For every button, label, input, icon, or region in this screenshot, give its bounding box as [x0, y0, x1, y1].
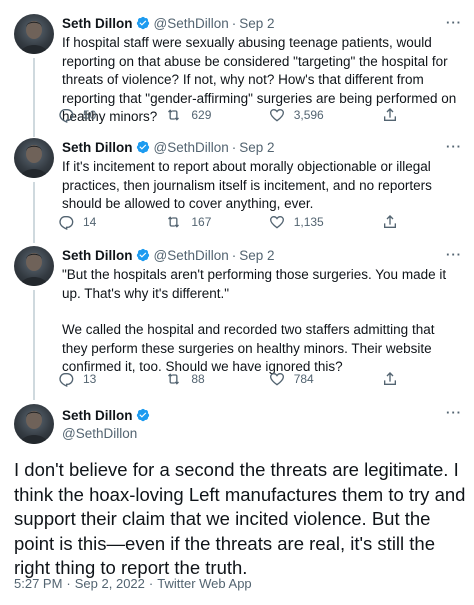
tweet-date[interactable]: Sep 2: [239, 16, 274, 31]
tweet-header: Seth Dillon @SethDillon · Sep 2: [62, 246, 275, 264]
avatar[interactable]: [14, 246, 54, 286]
retweet-icon: [165, 107, 182, 123]
retweet-icon: [165, 371, 182, 387]
heart-icon: [269, 214, 285, 230]
tweet-paragraph: "But the hospitals aren't performing tho…: [62, 267, 447, 301]
separator: ·: [148, 576, 154, 591]
separator: ·: [231, 15, 237, 31]
tweet-actions: 50 629 3,596: [58, 106, 398, 124]
share-icon: [382, 214, 398, 230]
like-button[interactable]: 3,596: [269, 107, 382, 123]
verified-badge-icon: [136, 16, 150, 30]
more-options-icon[interactable]: ···: [446, 15, 462, 30]
author-name[interactable]: Seth Dillon: [62, 408, 133, 423]
tweet-header: Seth Dillon @SethDillon: [62, 406, 154, 441]
more-options-icon[interactable]: ···: [446, 247, 462, 262]
author-handle[interactable]: @SethDillon: [62, 426, 154, 441]
reply-icon: [58, 214, 74, 230]
tweet-date[interactable]: Sep 2: [239, 248, 274, 263]
retweet-count: 167: [191, 215, 212, 229]
author-handle[interactable]: @SethDillon: [154, 140, 229, 155]
share-button[interactable]: [382, 107, 398, 123]
tweet-paragraph: If it's incitement to report about moral…: [62, 159, 432, 211]
avatar[interactable]: [14, 404, 54, 444]
tweet-text: I don't believe for a second the threats…: [14, 459, 466, 578]
like-count: 1,135: [293, 215, 324, 229]
retweet-icon: [165, 214, 182, 230]
reply-count: 13: [83, 372, 97, 386]
tweet-full-date[interactable]: Sep 2, 2022: [75, 576, 145, 591]
verified-badge-icon: [136, 248, 150, 262]
tweet-date[interactable]: Sep 2: [239, 140, 274, 155]
tweet[interactable]: Seth Dillon @SethDillon · Sep 2 ··· If i…: [0, 138, 474, 232]
separator: ·: [66, 576, 71, 591]
author-name[interactable]: Seth Dillon: [62, 248, 133, 263]
tweet-header: Seth Dillon @SethDillon · Sep 2: [62, 14, 275, 32]
author-handle[interactable]: @SethDillon: [154, 248, 229, 263]
share-icon: [382, 371, 398, 387]
reply-icon: [58, 371, 74, 387]
share-button[interactable]: [382, 214, 398, 230]
tweet-thread: Seth Dillon @SethDillon · Sep 2 ··· If h…: [0, 0, 474, 605]
retweet-button[interactable]: 167: [165, 214, 268, 230]
reply-button[interactable]: 13: [58, 371, 165, 387]
separator: ·: [231, 139, 237, 155]
retweet-count: 629: [191, 108, 212, 122]
reply-count: 14: [83, 215, 97, 229]
retweet-count: 88: [191, 372, 205, 386]
more-options-icon[interactable]: ···: [446, 139, 462, 154]
tweet-meta: 5:27 PM · Sep 2, 2022 · Twitter Web App: [14, 576, 252, 591]
more-options-icon[interactable]: ···: [446, 405, 462, 420]
tweet-header: Seth Dillon @SethDillon · Sep 2: [62, 138, 275, 156]
avatar[interactable]: [14, 14, 54, 54]
like-button[interactable]: 1,135: [269, 214, 382, 230]
tweet-source[interactable]: Twitter Web App: [157, 576, 251, 591]
reply-button[interactable]: 14: [58, 214, 165, 230]
avatar[interactable]: [14, 138, 54, 178]
tweet-text: "But the hospitals aren't performing tho…: [62, 266, 462, 377]
focused-tweet: Seth Dillon @SethDillon ··· I don't beli…: [0, 404, 474, 600]
like-count: 784: [293, 372, 314, 386]
retweet-button[interactable]: 88: [165, 371, 268, 387]
tweet-text: If it's incitement to report about moral…: [62, 158, 462, 214]
tweet-actions: 13 88 784: [58, 370, 398, 388]
tweet-time[interactable]: 5:27 PM: [14, 576, 62, 591]
reply-count: 50: [83, 108, 97, 122]
author-handle[interactable]: @SethDillon: [154, 16, 229, 31]
share-icon: [382, 107, 398, 123]
share-button[interactable]: [382, 371, 398, 387]
retweet-button[interactable]: 629: [165, 107, 268, 123]
heart-icon: [269, 107, 285, 123]
like-button[interactable]: 784: [269, 371, 382, 387]
tweet[interactable]: Seth Dillon @SethDillon · Sep 2 ··· If h…: [0, 14, 474, 126]
verified-badge-icon: [136, 408, 150, 422]
tweet-actions: 14 167 1,135: [58, 213, 398, 231]
author-name[interactable]: Seth Dillon: [62, 16, 133, 31]
heart-icon: [269, 371, 285, 387]
author-name[interactable]: Seth Dillon: [62, 140, 133, 155]
tweet-paragraph: We called the hospital and recorded two …: [62, 322, 435, 374]
separator: ·: [231, 247, 237, 263]
reply-icon: [58, 107, 74, 123]
tweet[interactable]: Seth Dillon @SethDillon · Sep 2 ··· "But…: [0, 246, 474, 390]
reply-button[interactable]: 50: [58, 107, 165, 123]
verified-badge-icon: [136, 140, 150, 154]
like-count: 3,596: [293, 108, 324, 122]
